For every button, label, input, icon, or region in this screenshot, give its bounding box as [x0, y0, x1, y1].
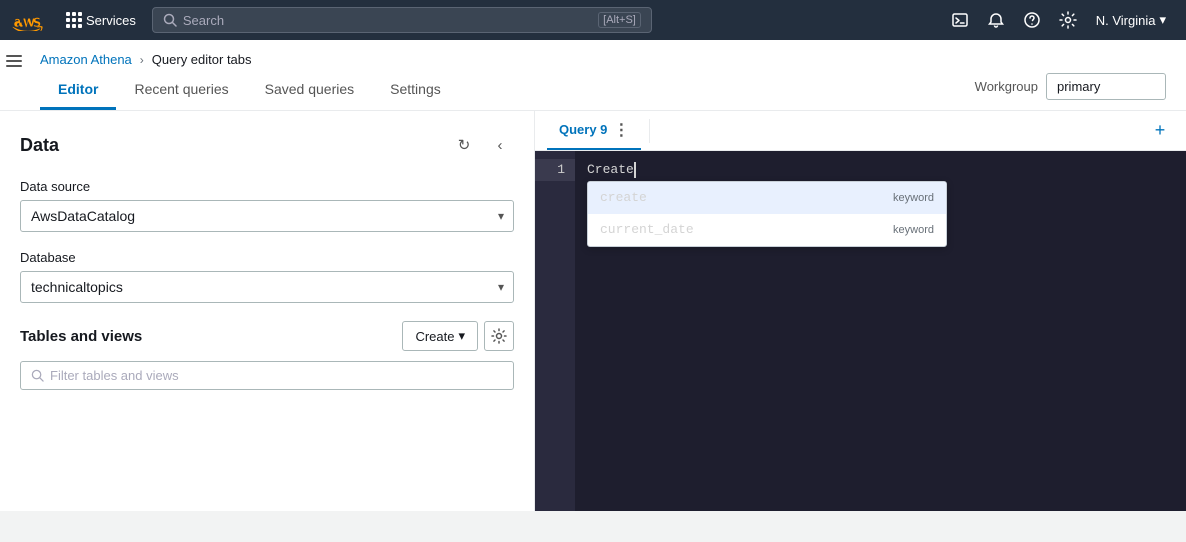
- database-select-wrapper: technicaltopics ▾: [20, 271, 514, 303]
- refresh-button[interactable]: ↻: [450, 131, 478, 159]
- search-bar[interactable]: [Alt+S]: [152, 7, 652, 33]
- create-dropdown-icon: ▾: [458, 328, 465, 344]
- tab-recent-queries[interactable]: Recent queries: [116, 71, 246, 110]
- tab-saved-queries[interactable]: Saved queries: [247, 71, 373, 110]
- help-icon: [1023, 11, 1041, 29]
- editor-area[interactable]: 1 Create create keyword current_date: [535, 151, 1186, 511]
- data-source-label: Data source: [20, 179, 514, 194]
- code-line-1: Create: [583, 159, 1186, 181]
- workgroup-value: primary: [1046, 73, 1166, 100]
- autocomplete-type-create: keyword: [893, 187, 934, 209]
- autocomplete-item-create[interactable]: create keyword: [588, 182, 946, 214]
- terminal-icon-button[interactable]: [944, 4, 976, 36]
- panel-actions: ↻ ‹: [450, 131, 514, 159]
- data-source-select[interactable]: AwsDataCatalog: [20, 200, 514, 232]
- breadcrumb: Amazon Athena › Query editor tabs: [40, 40, 1166, 67]
- settings-icon-button[interactable]: [1052, 4, 1084, 36]
- search-icon: [163, 13, 177, 27]
- filter-search-icon: [31, 369, 44, 382]
- filter-row: [20, 361, 514, 390]
- grid-icon: [66, 12, 82, 28]
- data-source-select-wrapper: AwsDataCatalog ▾: [20, 200, 514, 232]
- search-shortcut: [Alt+S]: [598, 12, 641, 28]
- left-panel: Data ↻ ‹ Data source AwsDataCatalog ▾ Da…: [0, 111, 535, 511]
- tab-editor[interactable]: Editor: [40, 71, 116, 110]
- autocomplete-text-current-date: current_date: [600, 219, 694, 241]
- query-tab-active[interactable]: Query 9 ⋮: [547, 112, 641, 150]
- data-source-section: Data source AwsDataCatalog ▾: [20, 179, 514, 232]
- nav-icons: N. Virginia ▾: [944, 4, 1174, 36]
- database-section: Database technicaltopics ▾: [20, 250, 514, 303]
- panel-title: Data: [20, 135, 59, 156]
- settings-icon: [1059, 11, 1077, 29]
- add-tab-button[interactable]: +: [1146, 117, 1174, 145]
- region-label: N. Virginia: [1096, 13, 1156, 28]
- line-numbers: 1: [535, 151, 575, 511]
- database-label: Database: [20, 250, 514, 265]
- autocomplete-text-create: create: [600, 187, 647, 209]
- tabs-bar: Editor Recent queries Saved queries Sett…: [40, 71, 1166, 110]
- tables-title: Tables and views: [20, 328, 142, 345]
- tab-divider: [649, 119, 650, 143]
- right-panel: Query 9 ⋮ + 1 Create: [535, 111, 1186, 511]
- tables-actions: Create ▾: [402, 321, 514, 351]
- bell-icon-button[interactable]: [980, 4, 1012, 36]
- create-button[interactable]: Create ▾: [402, 321, 478, 351]
- help-icon-button[interactable]: [1016, 4, 1048, 36]
- tab-settings[interactable]: Settings: [372, 71, 459, 110]
- create-label: Create: [415, 329, 454, 344]
- top-navigation: Services [Alt+S]: [0, 0, 1186, 40]
- services-button[interactable]: Services: [58, 8, 144, 32]
- terminal-icon: [951, 11, 969, 29]
- query-menu-icon[interactable]: ⋮: [613, 120, 629, 140]
- tables-gear-button[interactable]: [484, 321, 514, 351]
- code-area[interactable]: Create create keyword current_date keywo…: [575, 151, 1186, 511]
- editor-line: 1 Create create keyword current_date: [535, 151, 1186, 511]
- region-button[interactable]: N. Virginia ▾: [1088, 8, 1174, 32]
- services-label: Services: [86, 13, 136, 28]
- cursor: [634, 162, 636, 178]
- region-dropdown-icon: ▾: [1159, 12, 1166, 28]
- gear-icon: [491, 328, 507, 344]
- filter-input[interactable]: [50, 368, 503, 383]
- query-tab-label: Query 9: [559, 122, 607, 137]
- tables-header: Tables and views Create ▾: [20, 321, 514, 351]
- autocomplete-dropdown: create keyword current_date keyword: [587, 181, 947, 247]
- main-content: Data ↻ ‹ Data source AwsDataCatalog ▾ Da…: [0, 111, 1186, 511]
- collapse-button[interactable]: ‹: [486, 131, 514, 159]
- line-number-1: 1: [535, 159, 575, 181]
- panel-header: Data ↻ ‹: [20, 131, 514, 159]
- query-tab-bar: Query 9 ⋮ +: [535, 111, 1186, 151]
- aws-logo[interactable]: [12, 9, 46, 31]
- autocomplete-item-current-date[interactable]: current_date keyword: [588, 214, 946, 246]
- sidebar-toggle[interactable]: [0, 40, 28, 82]
- page-header: Amazon Athena › Query editor tabs Editor…: [0, 40, 1186, 111]
- search-input[interactable]: [183, 13, 592, 28]
- workgroup-label: Workgroup: [975, 79, 1038, 94]
- breadcrumb-home-link[interactable]: Amazon Athena: [40, 52, 132, 67]
- database-select[interactable]: technicaltopics: [20, 271, 514, 303]
- code-text: Create: [587, 159, 634, 181]
- breadcrumb-separator: ›: [140, 53, 144, 67]
- breadcrumb-current: Query editor tabs: [152, 52, 252, 67]
- autocomplete-type-current-date: keyword: [893, 219, 934, 241]
- workgroup-area: Workgroup primary: [975, 73, 1166, 108]
- bell-icon: [987, 11, 1005, 29]
